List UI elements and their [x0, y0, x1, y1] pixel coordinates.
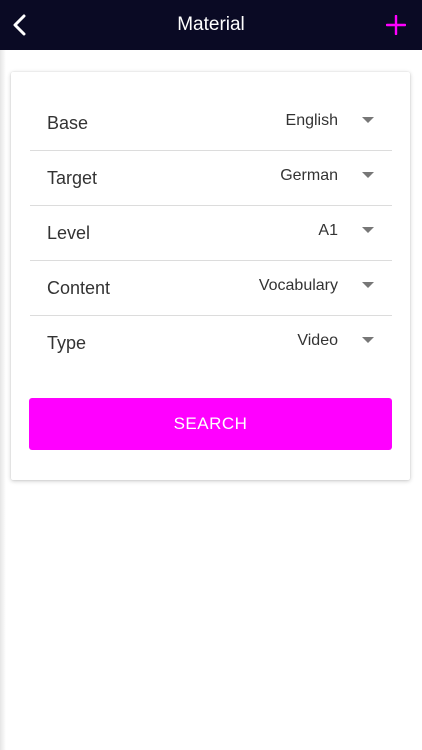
- search-card: Base English Target German Level A1 Cont…: [11, 72, 410, 480]
- caret-down-icon: [362, 172, 374, 178]
- caret-down-icon: [362, 337, 374, 343]
- search-button[interactable]: SEARCH: [29, 398, 392, 450]
- page-title: Material: [177, 14, 245, 35]
- level-value: A1: [318, 222, 338, 239]
- level-select[interactable]: Level A1: [30, 206, 392, 261]
- filter-list: Base English Target German Level A1 Cont…: [30, 96, 392, 370]
- target-label: Target: [47, 168, 98, 188]
- caret-down-icon: [362, 282, 374, 288]
- left-edge-shadow: [0, 50, 6, 750]
- navigation-bar: Material: [0, 0, 422, 50]
- content-select[interactable]: Content Vocabulary: [30, 261, 392, 316]
- caret-down-icon: [362, 117, 374, 123]
- plus-icon: [386, 15, 406, 35]
- content-value: Vocabulary: [258, 277, 338, 294]
- add-button[interactable]: [376, 5, 416, 45]
- target-select[interactable]: Target German: [30, 151, 392, 206]
- type-label: Type: [47, 333, 87, 353]
- caret-down-icon: [362, 227, 374, 233]
- base-label: Base: [47, 113, 89, 133]
- type-select[interactable]: Type Video: [30, 316, 392, 370]
- content-label: Content: [47, 278, 111, 298]
- base-value: English: [285, 112, 338, 129]
- target-value: German: [280, 167, 338, 184]
- level-label: Level: [47, 223, 91, 243]
- base-select[interactable]: Base English: [30, 96, 392, 151]
- type-value: Video: [297, 332, 338, 349]
